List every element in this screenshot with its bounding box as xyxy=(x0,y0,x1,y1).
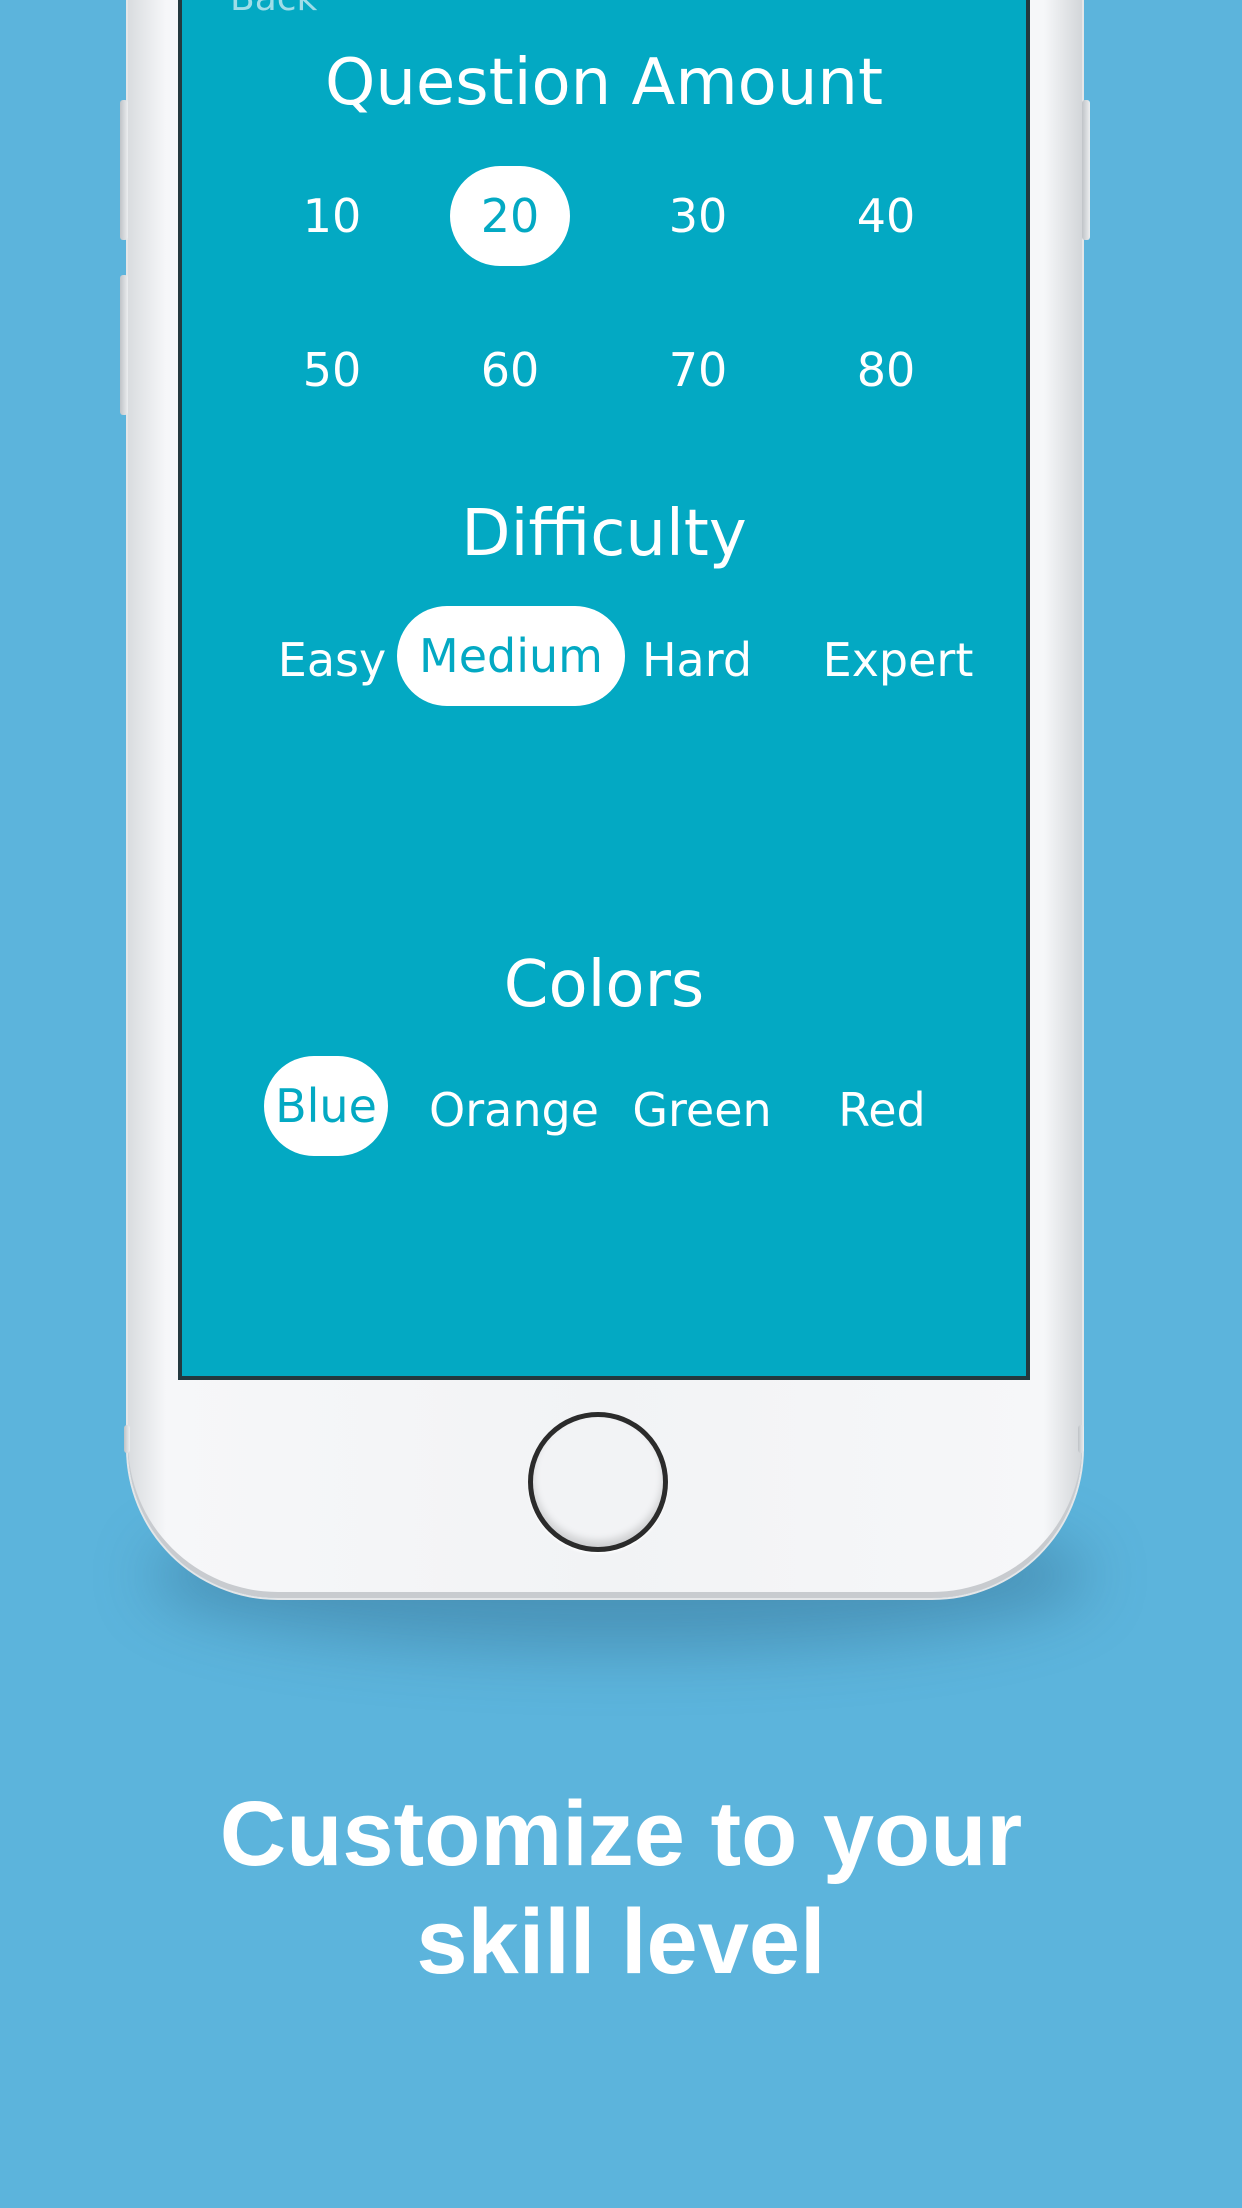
question-amount-option-30[interactable]: 30 xyxy=(638,166,758,266)
volume-up-button xyxy=(120,100,128,240)
back-button[interactable]: Back xyxy=(230,0,317,19)
caption-line-2: skill level xyxy=(416,1891,826,1993)
colors-option-blue[interactable]: Blue xyxy=(264,1056,388,1156)
colors-option-green[interactable]: Green xyxy=(622,1060,782,1160)
volume-down-button xyxy=(120,275,128,415)
power-button xyxy=(1082,100,1090,240)
bottom-right-bar xyxy=(1078,1425,1084,1453)
colors-option-orange[interactable]: Orange xyxy=(414,1060,614,1160)
difficulty-title: Difficulty xyxy=(461,497,747,571)
colors-title: Colors xyxy=(503,948,705,1022)
question-amount-option-80[interactable]: 80 xyxy=(826,320,946,420)
marketing-caption: Customize to your skill level xyxy=(0,1780,1242,1996)
question-amount-option-10[interactable]: 10 xyxy=(272,166,392,266)
app-screen: Back Question Amount 10 20 30 40 50 60 7… xyxy=(178,0,1030,1380)
question-amount-option-60[interactable]: 60 xyxy=(450,320,570,420)
difficulty-option-easy[interactable]: Easy xyxy=(264,610,400,710)
question-amount-option-70[interactable]: 70 xyxy=(638,320,758,420)
difficulty-option-medium[interactable]: Medium xyxy=(397,606,625,706)
question-amount-title: Question Amount xyxy=(324,46,884,120)
question-amount-option-20[interactable]: 20 xyxy=(450,166,570,266)
home-button xyxy=(528,1412,668,1552)
question-amount-option-50[interactable]: 50 xyxy=(272,320,392,420)
question-amount-option-40[interactable]: 40 xyxy=(826,166,946,266)
difficulty-option-expert[interactable]: Expert xyxy=(798,610,998,710)
bottom-left-bar xyxy=(124,1425,130,1453)
caption-line-1: Customize to your xyxy=(219,1783,1023,1885)
difficulty-option-hard[interactable]: Hard xyxy=(632,610,762,710)
colors-option-red[interactable]: Red xyxy=(822,1060,942,1160)
